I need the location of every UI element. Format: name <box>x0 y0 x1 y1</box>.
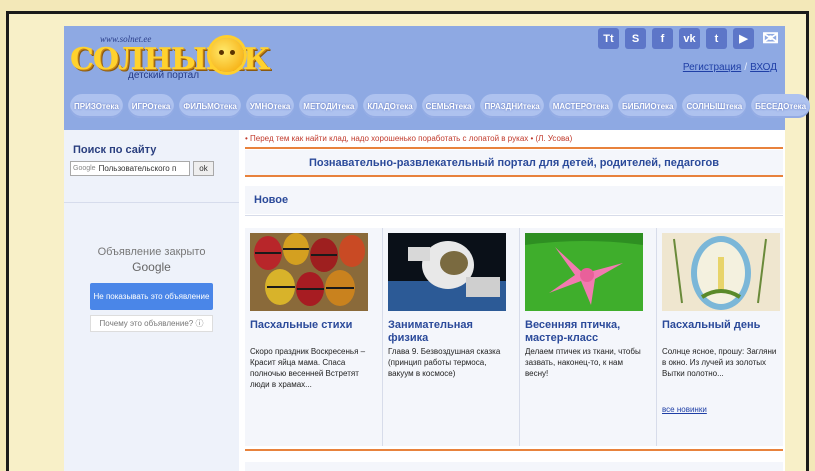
card-text: Глава 9. Безвоздушная сказка (принцип ра… <box>388 347 501 378</box>
auth-separator: / <box>744 62 748 73</box>
sun-icon <box>210 38 244 72</box>
left-sidebar: Поиск по сайту Google Пользовательского … <box>64 130 239 471</box>
nav-masteroteka[interactable]: МАСТЕРОтека <box>548 94 614 118</box>
nav-semyateka[interactable]: СЕМЬЯтека <box>421 94 476 118</box>
section-new-title: Новое <box>245 186 783 214</box>
new-items-grid: Пасхальные стихи Скоро праздник Воскресе… <box>245 228 783 446</box>
tumblr-icon[interactable]: Tt <box>598 28 619 49</box>
social-links: Tt S f vk t ▶ ✉ <box>598 28 781 50</box>
nav-igroteka[interactable]: ИГРОтека <box>127 94 175 118</box>
youtube-icon[interactable]: ▶ <box>733 28 754 49</box>
card-physics[interactable]: Занимательная физика Глава 9. Безвоздушн… <box>382 228 508 446</box>
nav-umnoteka[interactable]: УМНОтека <box>245 94 295 118</box>
nav-metoditeka[interactable]: МЕТОДИтека <box>299 94 359 118</box>
register-link[interactable]: Регистрация <box>683 62 741 73</box>
card-title[interactable]: Весенняя птичка, мастер-класс <box>525 319 645 345</box>
site-header: www.solnet.ee СОЛНЫШК детский портал Tt … <box>64 26 811 130</box>
card-text: Делаем птичек из ткани, чтобы зазвать, н… <box>525 347 641 378</box>
vk-icon[interactable]: vk <box>679 28 700 49</box>
nav-kladoteka[interactable]: КЛАДОтека <box>363 94 417 118</box>
page: www.solnet.ee СОЛНЫШК детский портал Tt … <box>64 26 811 471</box>
card-text: Скоро праздник Воскресенья – Красит яйца… <box>250 347 366 389</box>
nav-solnyshteka[interactable]: СОЛНЫШтека <box>682 94 747 118</box>
skype-icon[interactable]: S <box>625 28 646 49</box>
ad-stop-button[interactable]: Не показывать это объявление <box>90 283 213 310</box>
all-new-link[interactable]: все новинки <box>662 405 707 414</box>
site-logo[interactable]: www.solnet.ee СОЛНЫШК детский портал <box>70 30 270 82</box>
easter-eggs-image[interactable] <box>250 233 368 311</box>
sidebar-divider <box>64 202 239 203</box>
astronaut-image[interactable] <box>388 233 506 311</box>
mail-icon[interactable]: ✉ <box>760 28 781 50</box>
auth-links: Регистрация / ВХОД <box>683 62 777 73</box>
login-link[interactable]: ВХОД <box>750 62 777 73</box>
search-placeholder: Пользовательского п <box>98 164 177 173</box>
nav-prazdniteka[interactable]: ПРАЗДНИтека <box>480 94 544 118</box>
orange-rule <box>245 449 783 451</box>
fabric-bird-image[interactable] <box>525 233 643 311</box>
orange-rule <box>245 147 783 149</box>
ad-closed-text: Объявление закрыто <box>97 246 206 258</box>
google-label: Google <box>73 165 96 172</box>
nav-biblioteka[interactable]: БИБЛИОтека <box>618 94 678 118</box>
twitter-icon[interactable]: t <box>706 28 727 49</box>
daily-quote: • Перед тем как найти клад, надо хорошен… <box>245 134 573 143</box>
card-spring-bird[interactable]: Весенняя птичка, мастер-класс Делаем пти… <box>519 228 645 446</box>
site-tagline: Познавательно-развлекательный портал для… <box>245 150 783 175</box>
facebook-icon[interactable]: f <box>652 28 673 49</box>
nav-prizoteka[interactable]: ПРИЗОтека <box>70 94 123 118</box>
nav-filmoteka[interactable]: ФИЛЬМОтека <box>179 94 241 118</box>
section-divider <box>245 215 783 216</box>
card-easter-poems[interactable]: Пасхальные стихи Скоро праздник Воскресе… <box>245 228 371 446</box>
section-nav: ПРИЗОтека ИГРОтека ФИЛЬМОтека УМНОтека М… <box>70 94 811 118</box>
search-input[interactable]: Google Пользовательского п <box>70 161 190 176</box>
logo-subtitle: детский портал <box>128 70 200 81</box>
search-button[interactable]: ok <box>193 161 214 176</box>
embroidered-egg-image[interactable] <box>662 233 780 311</box>
card-easter-day[interactable]: Пасхальный день Солнце ясное, прошу: Заг… <box>656 228 782 446</box>
orange-rule <box>245 175 783 177</box>
ad-why-button[interactable]: Почему это объявление? ⓘ <box>90 315 213 332</box>
card-title[interactable]: Пасхальный день <box>662 319 782 332</box>
card-title[interactable]: Занимательная физика <box>388 319 508 345</box>
section-contests-title: Конкурсы <box>245 462 783 471</box>
card-title[interactable]: Пасхальные стихи <box>250 319 370 332</box>
ad-google-logo: Google <box>132 260 171 274</box>
nav-besedoteka[interactable]: БЕСЕДОтека <box>751 94 811 118</box>
main-content: • Перед тем как найти клад, надо хорошен… <box>243 130 785 471</box>
search-title: Поиск по сайту <box>73 144 157 156</box>
card-text: Солнце ясное, прошу: Загляни в окно. Из … <box>662 347 777 378</box>
